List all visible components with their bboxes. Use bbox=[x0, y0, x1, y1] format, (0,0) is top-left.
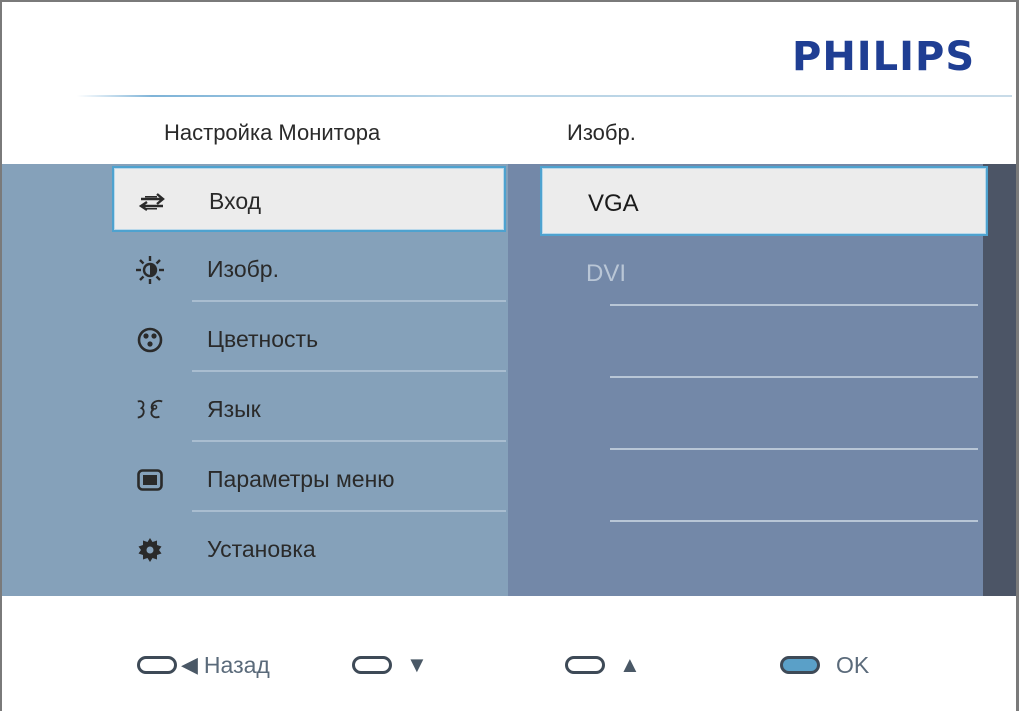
menu-item-label: Язык bbox=[207, 396, 261, 422]
sun-brightness-icon bbox=[134, 254, 166, 286]
submenu-item-label: DVI bbox=[586, 260, 627, 287]
menu-title: Настройка Монитора bbox=[164, 120, 381, 145]
button-pill-active-icon bbox=[780, 656, 820, 674]
button-pill-icon bbox=[352, 656, 392, 674]
menu-separator bbox=[192, 370, 506, 372]
submenu-item-dvi[interactable]: DVI bbox=[540, 238, 988, 308]
back-label: Назад bbox=[203, 651, 270, 678]
up-triangle-icon: ▲ bbox=[619, 652, 641, 677]
menu-item-color[interactable]: Цветность bbox=[112, 306, 506, 372]
menu-item-input[interactable]: Вход bbox=[112, 166, 506, 232]
menu-item-label: Изобр. bbox=[207, 256, 279, 282]
menu-item-picture[interactable]: Изобр. bbox=[112, 236, 506, 302]
submenu-item-vga[interactable]: VGA bbox=[540, 166, 988, 236]
submenu-separator bbox=[610, 448, 978, 450]
submenu-title: Изобр. bbox=[567, 120, 636, 145]
submenu-separator bbox=[610, 376, 978, 378]
submenu-item-label: VGA bbox=[588, 190, 639, 217]
language-speech-icon bbox=[134, 394, 166, 426]
button-pill-icon bbox=[565, 656, 605, 674]
menu-item-setup[interactable]: Установка bbox=[112, 516, 506, 582]
submenu-separator bbox=[610, 520, 978, 522]
color-palette-icon bbox=[134, 324, 166, 356]
back-hint[interactable]: ◀ Назад bbox=[137, 650, 270, 680]
menu-separator bbox=[192, 510, 506, 512]
menu-item-label: Вход bbox=[209, 188, 262, 214]
gear-icon bbox=[134, 534, 166, 566]
menu-item-label: Параметры меню bbox=[207, 466, 395, 492]
philips-logo: PHILIPS bbox=[792, 34, 976, 80]
menu-separator bbox=[192, 300, 506, 302]
menu-item-osd-settings[interactable]: Параметры меню bbox=[112, 446, 506, 512]
ok-label: OK bbox=[836, 651, 870, 678]
menu-item-label: Цветность bbox=[207, 326, 319, 352]
osd-window: PHILIPS Настройка Монитора Изобр. Вход И… bbox=[0, 0, 1019, 711]
left-triangle-icon: ◀ bbox=[181, 652, 198, 677]
input-arrows-icon bbox=[136, 186, 168, 218]
down-triangle-icon: ▼ bbox=[406, 652, 428, 677]
submenu-scroll-edge bbox=[983, 164, 1018, 596]
submenu-separator bbox=[610, 304, 978, 306]
menu-item-label: Установка bbox=[207, 536, 316, 562]
up-hint[interactable]: ▲ bbox=[565, 650, 641, 680]
osd-menu-icon bbox=[134, 464, 166, 496]
button-pill-icon bbox=[137, 656, 177, 674]
menu-separator bbox=[192, 440, 506, 442]
menu-item-language[interactable]: Язык bbox=[112, 376, 506, 442]
ok-hint[interactable]: OK bbox=[780, 650, 869, 680]
header-divider bbox=[77, 95, 1012, 97]
down-hint[interactable]: ▼ bbox=[352, 650, 428, 680]
